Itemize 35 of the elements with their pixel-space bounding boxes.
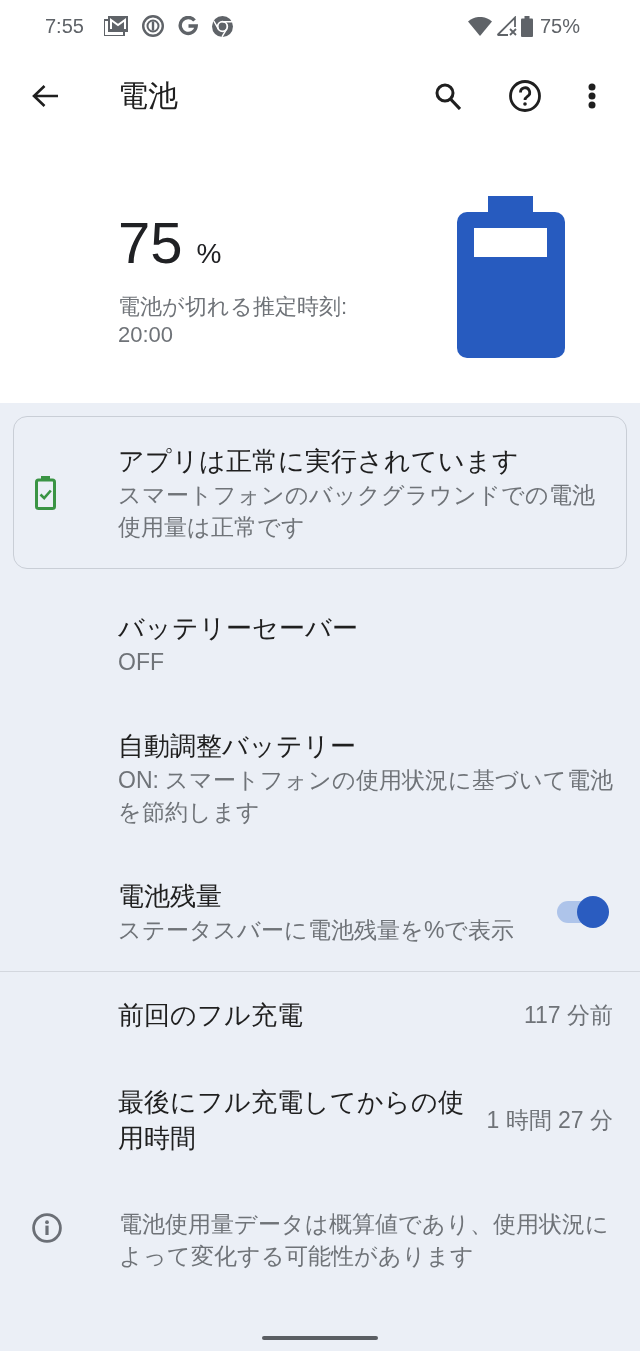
browser-logo-icon (211, 15, 233, 37)
signal-icon (495, 16, 517, 36)
info-icon (32, 1213, 62, 1243)
battery-percent: 75 (118, 211, 183, 275)
info-note: 電池使用量データは概算値であり、使用状況によって変化する可能性があります (119, 1210, 610, 1271)
setting-summary: OFF (118, 648, 165, 677)
g-logo-icon (177, 16, 198, 36)
usage-label: 前回のフル充電 (118, 999, 304, 1032)
usage-label: 最後にフル充電してからの使用時間 (118, 1086, 465, 1155)
battery-icon (520, 15, 533, 37)
mail-icon (103, 16, 128, 36)
card-title: アプリは正常に実行されています (118, 445, 520, 478)
setting-title[interactable]: バッテリーセーバー (118, 610, 624, 646)
setting-summary: ステータスバーに電池残量を%で表示 (118, 916, 516, 945)
help-icon[interactable] (509, 80, 541, 112)
more-icon[interactable] (588, 83, 596, 109)
status-battery-text: 75% (539, 14, 580, 38)
battery-icon (457, 196, 565, 358)
setting-title[interactable]: 自動調整バッテリー (118, 728, 624, 764)
ring-icon (141, 15, 164, 37)
status-card[interactable]: アプリは正常に実行されています スマートフォンのバックグラウンドでの電池使用量は正常です (13, 416, 627, 569)
battery-check-icon (35, 476, 56, 510)
usage-value: 117 分前 (523, 1001, 613, 1030)
toggle-switch[interactable] (557, 896, 609, 928)
setting-title[interactable]: 電池残量 (118, 878, 541, 914)
back-icon[interactable] (32, 84, 58, 108)
usage-value: 1 時間 27 分 (486, 1106, 613, 1135)
search-icon[interactable] (435, 82, 461, 110)
status-time: 7:55 (45, 14, 84, 38)
wifi-icon (467, 16, 492, 36)
estimate-text: 電池が切れる推定時刻: 20:00 (118, 293, 349, 349)
card-description: スマートフォンのバックグラウンドでの電池使用量は正常です (118, 481, 596, 542)
setting-summary: ON: スマートフォンの使用状況に基づいて電池を節約します (118, 766, 615, 827)
page-title: 電池 (118, 78, 178, 114)
percent-unit: % (196, 238, 222, 270)
